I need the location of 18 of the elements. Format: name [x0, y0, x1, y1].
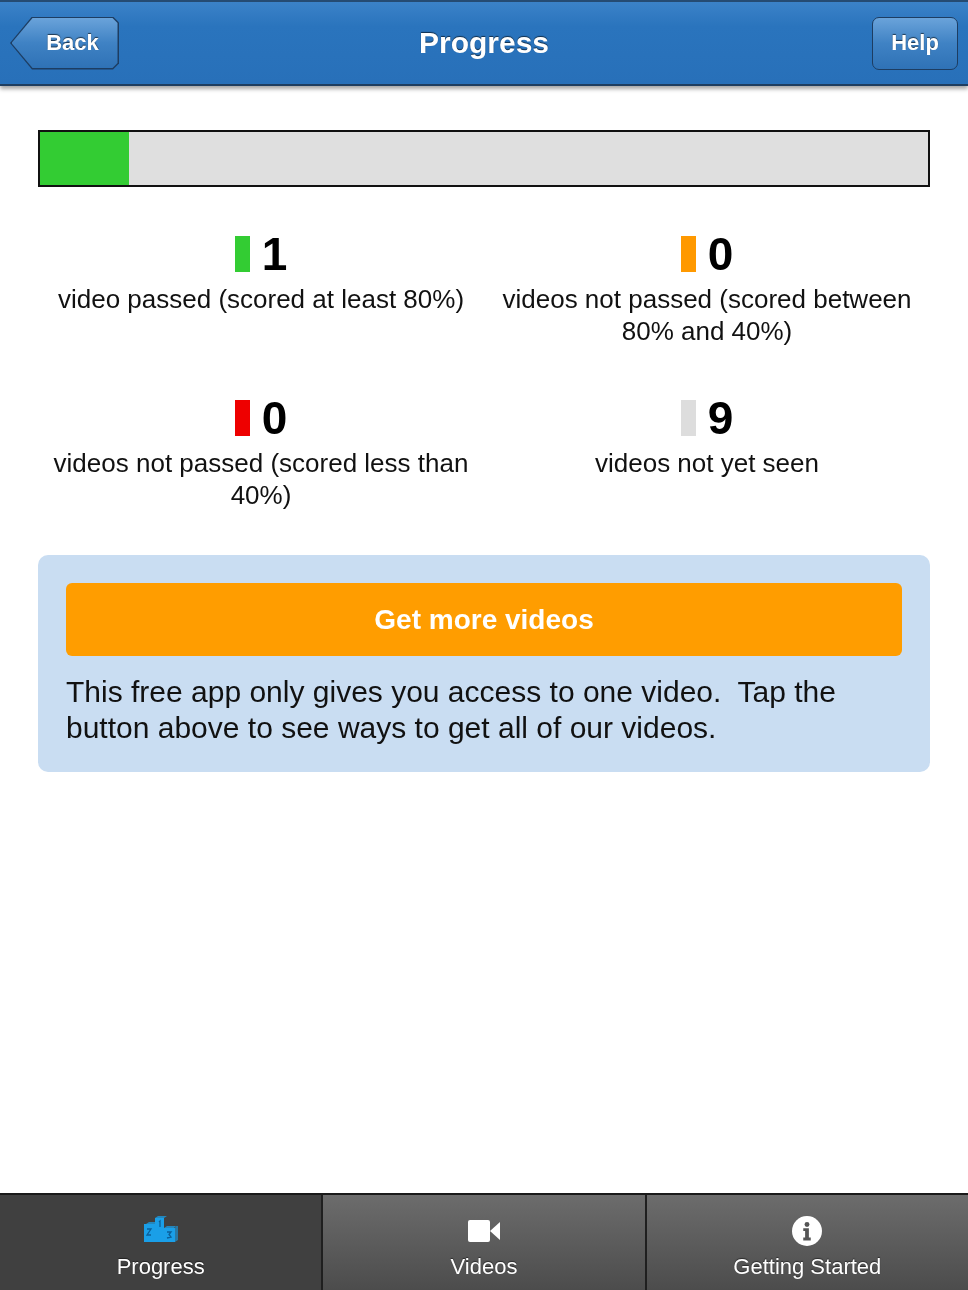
stat-label: videos not yet seen [593, 447, 820, 479]
tab[interactable]: Videos [323, 1195, 645, 1290]
podium-icon [143, 1216, 178, 1242]
back-button[interactable]: Back [10, 16, 119, 70]
promo-text: This free app only gives you access to one video. Tap the button above to see ways to get all of our videos. [66, 674, 837, 746]
stat-count: 1 [261, 231, 288, 277]
info-icon [792, 1216, 823, 1246]
stat-label: videos not passed (scored less than 40%) [52, 447, 470, 511]
video-camera-icon [468, 1220, 500, 1242]
tab[interactable]: Progress [0, 1195, 322, 1290]
stat-label: videos not passed (scored between 80% and 40%) [501, 283, 913, 347]
tab[interactable]: Getting Started [646, 1195, 968, 1290]
screen-title: Progress [418, 26, 550, 60]
stat-count: 0 [261, 395, 288, 441]
stat-count: 9 [707, 395, 734, 441]
stat-count: 0 [707, 231, 734, 277]
stat-label: video passed (scored at least 80%) [56, 283, 466, 315]
help-button[interactable]: Help [872, 16, 958, 70]
